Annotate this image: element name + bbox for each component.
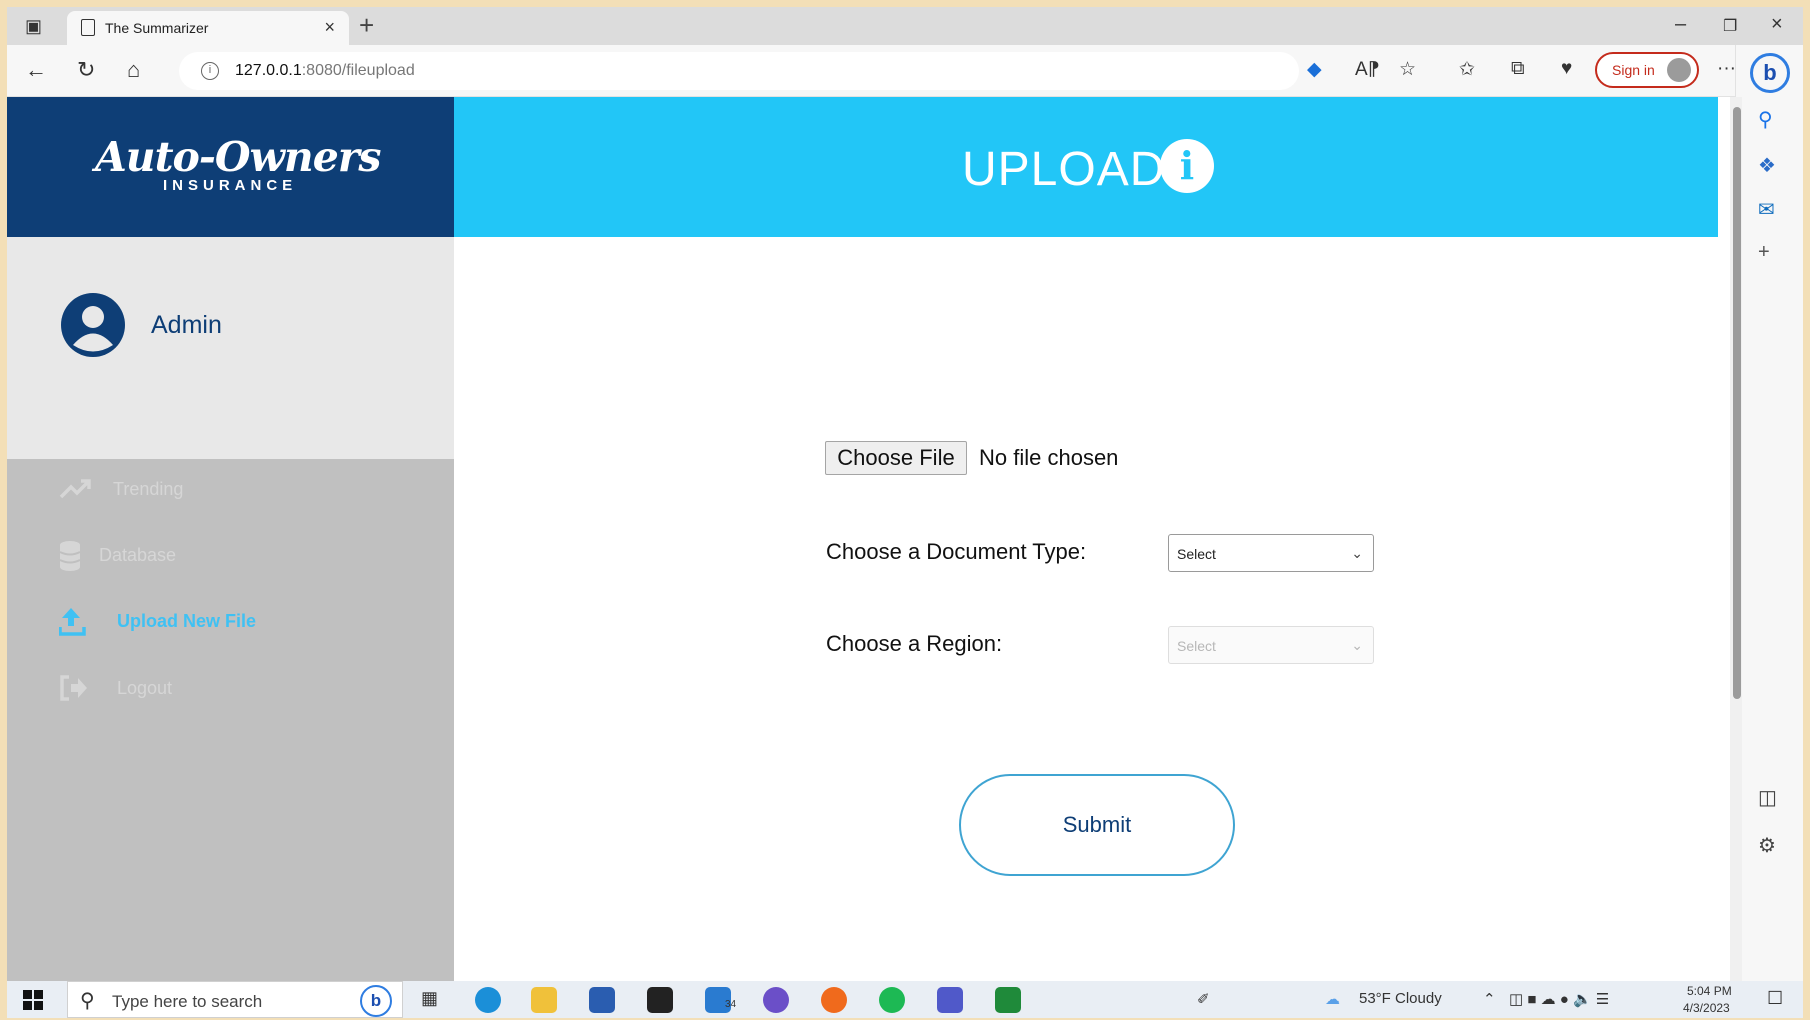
user-panel: Admin: [7, 237, 454, 459]
restore-icon[interactable]: ❐: [1723, 16, 1737, 36]
page-viewport: Auto-Owners INSURANCE UPLOAD i Admin Tre…: [7, 97, 1718, 981]
clock-date[interactable]: 4/3/2023: [1683, 1001, 1730, 1015]
tray-icons[interactable]: ◫ ■ ☁ ● 🔈 ☰: [1509, 990, 1609, 1008]
tab-title: The Summarizer: [105, 20, 209, 36]
page-icon: [81, 19, 95, 36]
trending-icon: [59, 479, 91, 499]
browser-toolbar: ← ↻ ⌂ i 127.0.0.1:8080/fileupload ◆ A⁋ ☆…: [7, 45, 1803, 97]
show-hidden-icons[interactable]: ⌃: [1483, 990, 1496, 1008]
sidebar-item-label: Upload New File: [117, 611, 257, 631]
mail-badge: 34: [725, 999, 737, 1010]
task-view-icon[interactable]: ▦: [421, 988, 438, 1009]
upload-icon: [59, 608, 86, 636]
page-scrollbar[interactable]: [1730, 97, 1742, 981]
more-icon[interactable]: ···: [1717, 58, 1736, 80]
sidebar-item-label: Logout: [117, 678, 173, 698]
favorites-icon[interactable]: ✩: [1459, 58, 1475, 81]
weather-text[interactable]: 53°F Cloudy: [1359, 990, 1442, 1007]
file-explorer-icon[interactable]: [531, 987, 557, 1013]
teams-app-icon[interactable]: [937, 987, 963, 1013]
firefox-app-icon[interactable]: [821, 987, 847, 1013]
logo-subtitle: INSURANCE: [163, 177, 298, 194]
database-icon: [59, 541, 81, 571]
taskbar-search[interactable]: ⚲ Type here to search b: [67, 981, 403, 1018]
close-tab-icon[interactable]: ×: [324, 17, 335, 38]
logo-wordmark: Auto-Owners: [95, 133, 382, 181]
info-icon[interactable]: i: [1160, 139, 1214, 193]
submit-button[interactable]: Submit: [959, 774, 1235, 876]
sidebar-item-logout[interactable]: Logout: [7, 658, 454, 718]
sign-in-button[interactable]: Sign in: [1595, 52, 1699, 88]
site-info-icon[interactable]: i: [201, 62, 219, 80]
document-type-value: Select: [1177, 546, 1216, 562]
bing-icon[interactable]: b: [360, 985, 392, 1017]
browser-essentials-icon[interactable]: ♥: [1561, 58, 1572, 80]
sidebar-item-upload-new-file[interactable]: Upload New File: [7, 591, 454, 651]
read-aloud-icon[interactable]: A⁋: [1355, 58, 1380, 81]
shopping-tag-icon[interactable]: ◆: [1307, 58, 1322, 81]
sidebar-item-database[interactable]: Database: [7, 525, 454, 585]
new-tab-icon[interactable]: +: [359, 10, 374, 41]
refresh-icon[interactable]: ↻: [77, 57, 95, 83]
clock-time[interactable]: 5:04 PM: [1687, 984, 1732, 998]
hide-sidebar-icon[interactable]: ◫: [1758, 785, 1777, 810]
browser-window: ▣ The Summarizer × + – ❐ × ← ↻ ⌂ i 127.0…: [7, 7, 1803, 1018]
sign-in-label: Sign in: [1612, 62, 1655, 78]
terminal-app-icon[interactable]: [647, 987, 673, 1013]
close-window-icon[interactable]: ×: [1771, 13, 1783, 36]
region-label: Choose a Region:: [826, 631, 1003, 656]
outlook-icon[interactable]: ✉: [1758, 197, 1775, 222]
company-logo[interactable]: Auto-Owners INSURANCE: [7, 97, 454, 237]
minimize-icon[interactable]: –: [1675, 13, 1686, 36]
pen-menu-icon[interactable]: ✐: [1197, 990, 1210, 1008]
weather-icon[interactable]: ☁: [1325, 990, 1340, 1008]
page-title: UPLOAD: [962, 143, 1166, 196]
add-favorite-icon[interactable]: ☆: [1399, 58, 1416, 81]
spotify-app-icon[interactable]: [879, 987, 905, 1013]
search-icon[interactable]: ⚲: [1758, 107, 1773, 132]
sidebar-item-trending[interactable]: Trending: [7, 459, 454, 519]
logout-icon: [60, 675, 87, 701]
pycharm-app-icon[interactable]: [995, 987, 1021, 1013]
search-icon: ⚲: [80, 990, 95, 1012]
sidebar-item-label: Database: [99, 545, 177, 565]
region-value: Select: [1177, 638, 1216, 654]
notifications-icon[interactable]: ☐: [1767, 988, 1783, 1009]
sidebar-settings-icon[interactable]: ⚙: [1758, 833, 1776, 858]
chevron-down-icon: ⌄: [1351, 545, 1363, 561]
user-name: Admin: [151, 311, 222, 339]
url-host: 127.0.0.1: [235, 62, 302, 79]
bing-chat-icon[interactable]: b: [1750, 53, 1790, 93]
browser-tab[interactable]: The Summarizer ×: [67, 11, 349, 45]
copilot-app-icon[interactable]: [763, 987, 789, 1013]
user-avatar-icon: [61, 293, 125, 357]
windows-taskbar: ⚲ Type here to search b ▦ 34 ✐ ☁ 53°F Cl…: [7, 981, 1803, 1018]
collections-icon[interactable]: ⧉: [1511, 58, 1525, 80]
taskbar-search-placeholder: Type here to search: [112, 992, 263, 1011]
store-app-icon[interactable]: [589, 987, 615, 1013]
chevron-down-icon: ⌄: [1351, 637, 1363, 653]
sidebar-item-label: Trending: [113, 479, 184, 499]
tools-icon[interactable]: ❖: [1758, 153, 1776, 178]
back-icon[interactable]: ←: [25, 57, 47, 83]
page-header: UPLOAD i: [454, 97, 1718, 237]
profile-avatar-icon: [1667, 58, 1691, 82]
sidebar-nav: Trending Database Upload New File Logout: [7, 459, 454, 981]
edge-sidebar: b ⚲ ❖ ✉ + ◫ ⚙: [1735, 45, 1803, 981]
url-path: :8080/fileupload: [301, 62, 415, 79]
choose-file-button[interactable]: Choose File: [825, 441, 967, 475]
document-type-label: Choose a Document Type:: [826, 539, 1087, 564]
home-icon[interactable]: ⌂: [127, 57, 140, 83]
windows-start-icon[interactable]: [23, 990, 43, 1010]
edge-app-icon[interactable]: [475, 987, 501, 1013]
add-sidebar-app-icon[interactable]: +: [1758, 241, 1770, 264]
document-type-select[interactable]: Select ⌄: [1168, 534, 1374, 572]
tab-strip: ▣ The Summarizer × + – ❐ ×: [7, 7, 1803, 45]
file-status: No file chosen: [979, 445, 1119, 470]
scrollbar-thumb[interactable]: [1733, 107, 1741, 699]
tab-actions-icon[interactable]: ▣: [25, 16, 42, 37]
address-bar[interactable]: i 127.0.0.1:8080/fileupload: [179, 52, 1299, 90]
region-select[interactable]: Select ⌄: [1168, 626, 1374, 664]
